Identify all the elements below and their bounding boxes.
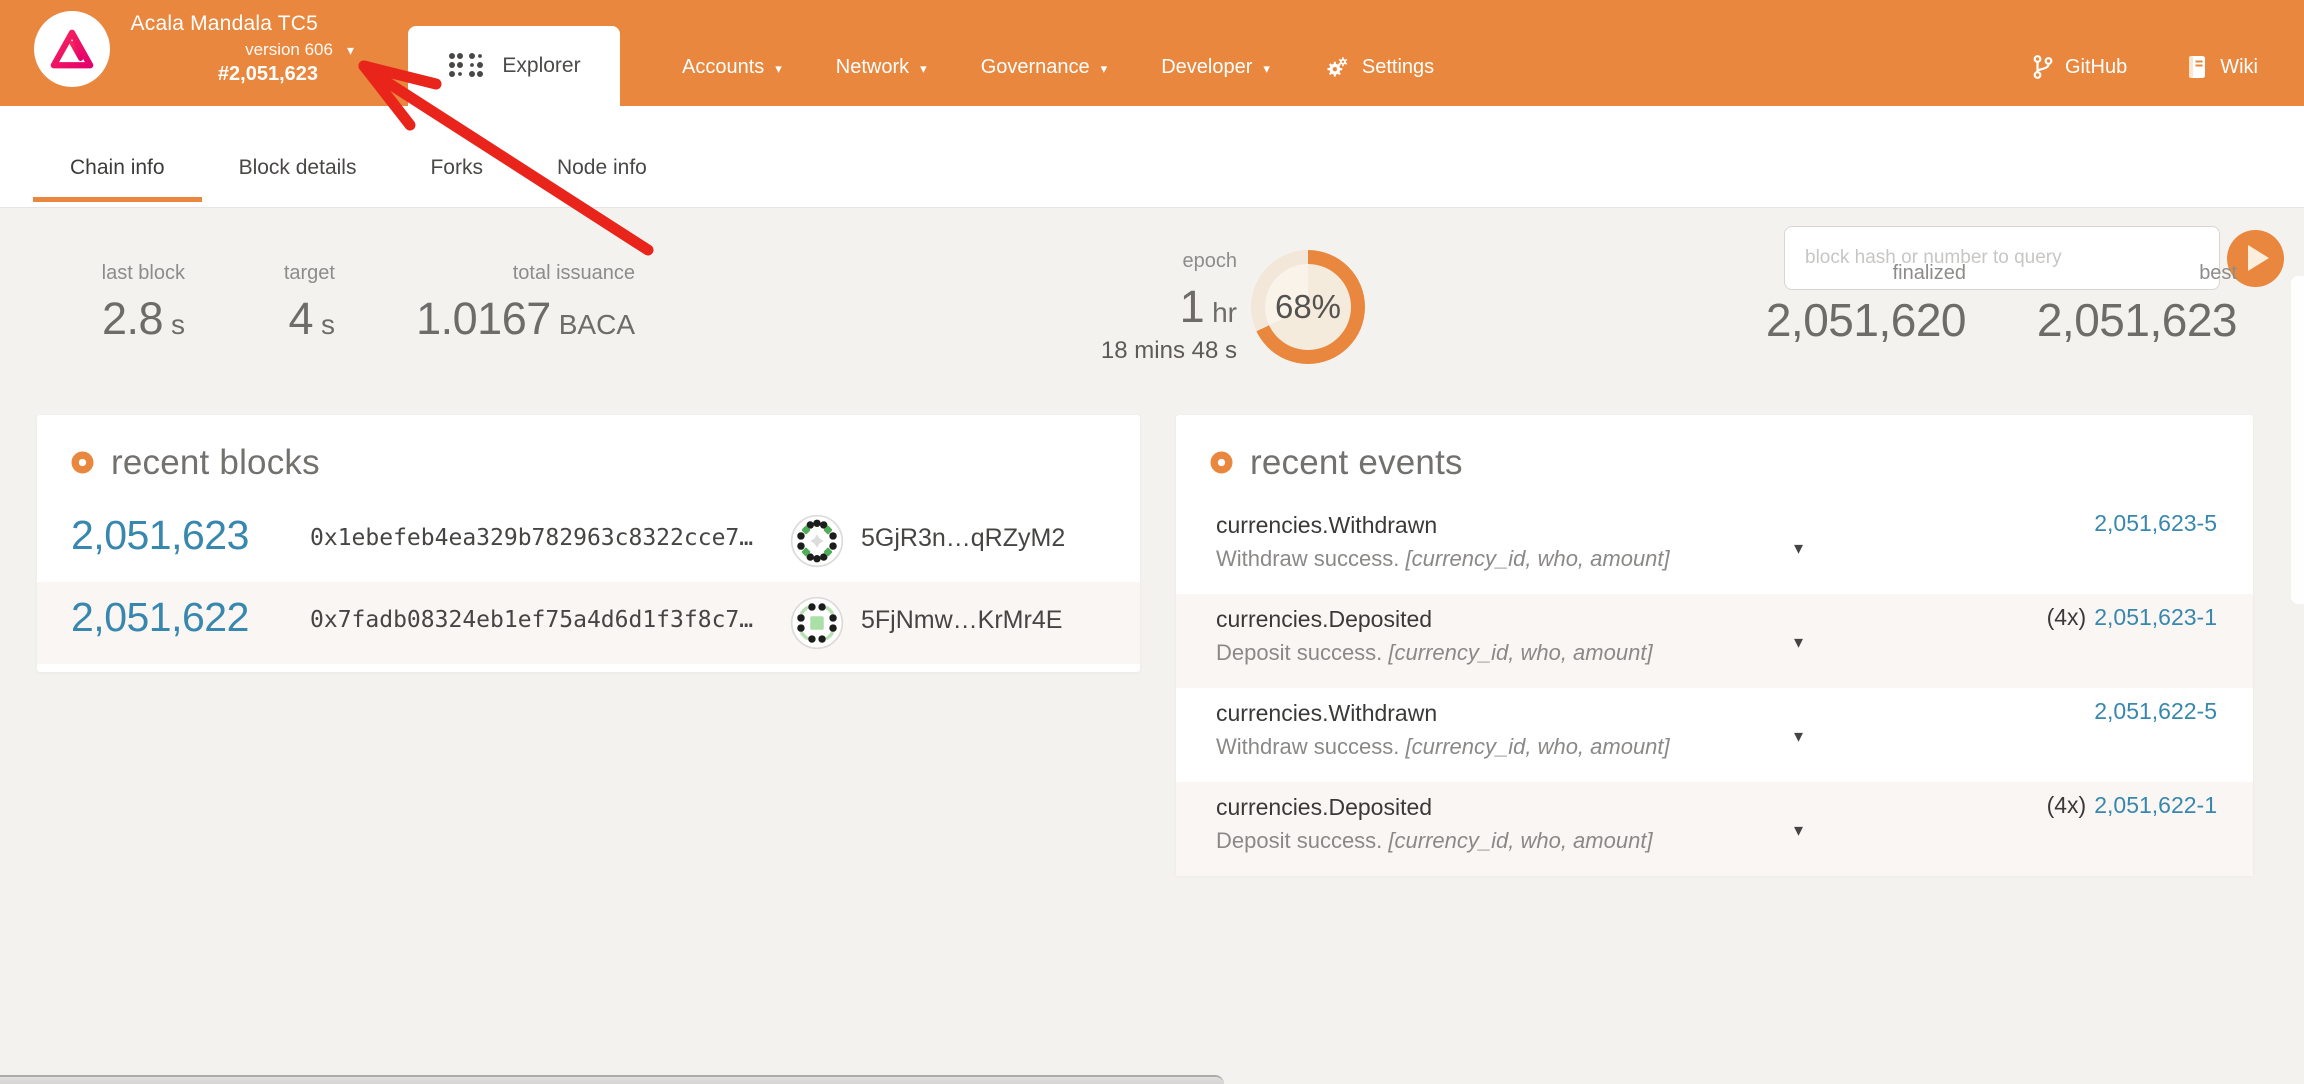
epoch-remaining: 18 mins 48 s [960,337,1237,365]
event-name: currencies.Deposited [1216,794,1432,821]
nav-item-governance[interactable]: Governance ▾ [954,28,1135,106]
event-params: [currency_id, who, amount] [1406,734,1670,759]
event-count: (4x) [2047,792,2087,818]
author-identicon[interactable] [790,596,844,650]
nav-item-settings[interactable]: Settings [1297,28,1461,106]
tabs: Chain info Block details Forks Node info [33,138,684,202]
chevron-down-icon: ▾ [920,61,927,77]
stat-finalized: finalized 2,051,620 [1700,262,1966,347]
recent-blocks-title: recent blocks [111,443,320,483]
event-description: Withdraw success. [currency_id, who, amo… [1216,546,1670,572]
recent-events-title: recent events [1250,443,1463,483]
event-row: currencies.Withdrawn Withdraw success. [… [1176,688,2253,782]
recent-blocks-card: recent blocks 2,051,623 0x1ebefeb4ea329b… [37,415,1140,672]
epoch-progress: 68% [1275,288,1341,326]
tab-node-info[interactable]: Node info [520,138,684,202]
stat-epoch: epoch 1hr 18 mins 48 s [960,250,1237,365]
event-row: currencies.Deposited Deposit success. [c… [1176,782,2253,876]
stat-target: target 4s [220,262,335,345]
expand-caret-icon[interactable]: ▾ [1794,538,1803,559]
expand-caret-icon[interactable]: ▾ [1794,632,1803,653]
gear-icon [1324,54,1350,80]
header-links: GitHub Wiki [2032,28,2258,106]
app-header: Acala Mandala TC5 version 606▾ #2,051,62… [0,0,2304,106]
tab-block-details[interactable]: Block details [202,138,394,202]
event-name: currencies.Withdrawn [1216,512,1437,539]
block-row: 2,051,623 0x1ebefeb4ea329b782963c8322cce… [37,500,1140,582]
nav-item-settings-label: Settings [1362,56,1434,79]
wiki-link[interactable]: Wiki [2185,54,2258,80]
chevron-down-icon: ▾ [775,61,782,77]
event-block-link[interactable]: 2,051,622-1 [2094,792,2217,818]
chain-name: Acala Mandala TC5 [110,12,354,36]
nav-item-explorer-label: Explorer [502,54,580,78]
stat-best: best 2,051,623 [1990,262,2237,347]
tab-chain-info[interactable]: Chain info [33,138,202,202]
epoch-donut: 68% [1251,250,1365,364]
stat-last-block: last block 2.8s [40,262,185,345]
event-block-link[interactable]: 2,051,622-5 [2094,698,2217,724]
expand-caret-icon[interactable]: ▾ [1794,820,1803,841]
block-hash: 0x1ebefeb4ea329b782963c8322cce7… [310,525,753,551]
explorer-page: Acala Mandala TC5 version 606▾ #2,051,62… [0,0,2304,1084]
nav-item-explorer[interactable]: Explorer [408,26,620,106]
chevron-down-icon: ▾ [1101,61,1108,77]
github-link[interactable]: GitHub [2032,54,2127,80]
acala-logo-icon [49,26,95,72]
git-branch-icon [2032,54,2054,80]
acala-logo[interactable] [34,11,110,87]
nav-item-accounts[interactable]: Accounts ▾ [655,28,809,106]
event-description: Deposit success. [currency_id, who, amou… [1216,640,1653,666]
event-row: currencies.Withdrawn Withdraw success. [… [1176,500,2253,594]
author-identicon[interactable] [790,514,844,568]
sub-nav: Chain info Block details Forks Node info [0,106,2304,208]
event-name: currencies.Deposited [1216,606,1432,633]
event-params: [currency_id, who, amount] [1388,640,1652,665]
chain-selector[interactable]: Acala Mandala TC5 version 606▾ #2,051,62… [110,12,354,86]
event-block-link[interactable]: 2,051,623-5 [2094,510,2217,536]
main-nav: Accounts ▾ Network ▾ Governance ▾ Develo… [655,28,1461,106]
event-row: currencies.Deposited Deposit success. [c… [1176,594,2253,688]
event-name: currencies.Withdrawn [1216,700,1437,727]
event-count: (4x) [2047,604,2087,630]
recent-events-card: recent events currencies.Withdrawn Withd… [1176,415,2253,875]
event-description: Deposit success. [currency_id, who, amou… [1216,828,1653,854]
block-number-link[interactable]: 2,051,623 [71,512,249,559]
card-bullet-icon [1210,451,1233,474]
block-author: 5GjR3n…qRZyM2 [861,524,1065,553]
event-params: [currency_id, who, amount] [1406,546,1670,571]
event-block-link[interactable]: 2,051,623-1 [2094,604,2217,630]
play-icon [2248,245,2269,271]
block-author: 5FjNmw…KrMr4E [861,606,1062,635]
block-number-link[interactable]: 2,051,622 [71,594,249,641]
chain-best-block: #2,051,623 [110,63,354,86]
apps-grid-icon [447,51,487,81]
expand-caret-icon[interactable]: ▾ [1794,726,1803,747]
background-window-edge [0,1075,1224,1084]
nav-item-developer[interactable]: Developer ▾ [1134,28,1297,106]
chevron-down-icon: ▾ [1263,61,1270,77]
card-bullet-icon [71,451,94,474]
block-row: 2,051,622 0x7fadb08324eb1ef75a4d6d1f3f8c… [37,582,1140,664]
book-icon [2185,54,2209,80]
block-hash: 0x7fadb08324eb1ef75a4d6d1f3f8c7… [310,607,753,633]
chevron-down-icon[interactable]: ▾ [347,42,354,59]
chain-version: version 606▾ [110,40,354,60]
tab-forks[interactable]: Forks [393,138,520,202]
stat-total-issuance: total issuance 1.0167BACA [330,262,635,345]
event-params: [currency_id, who, amount] [1388,828,1652,853]
wiki-label: Wiki [2220,56,2258,79]
github-label: GitHub [2065,56,2127,79]
nav-item-network[interactable]: Network ▾ [809,28,954,106]
event-description: Withdraw success. [currency_id, who, amo… [1216,734,1670,760]
scrollbar[interactable] [2291,276,2304,604]
